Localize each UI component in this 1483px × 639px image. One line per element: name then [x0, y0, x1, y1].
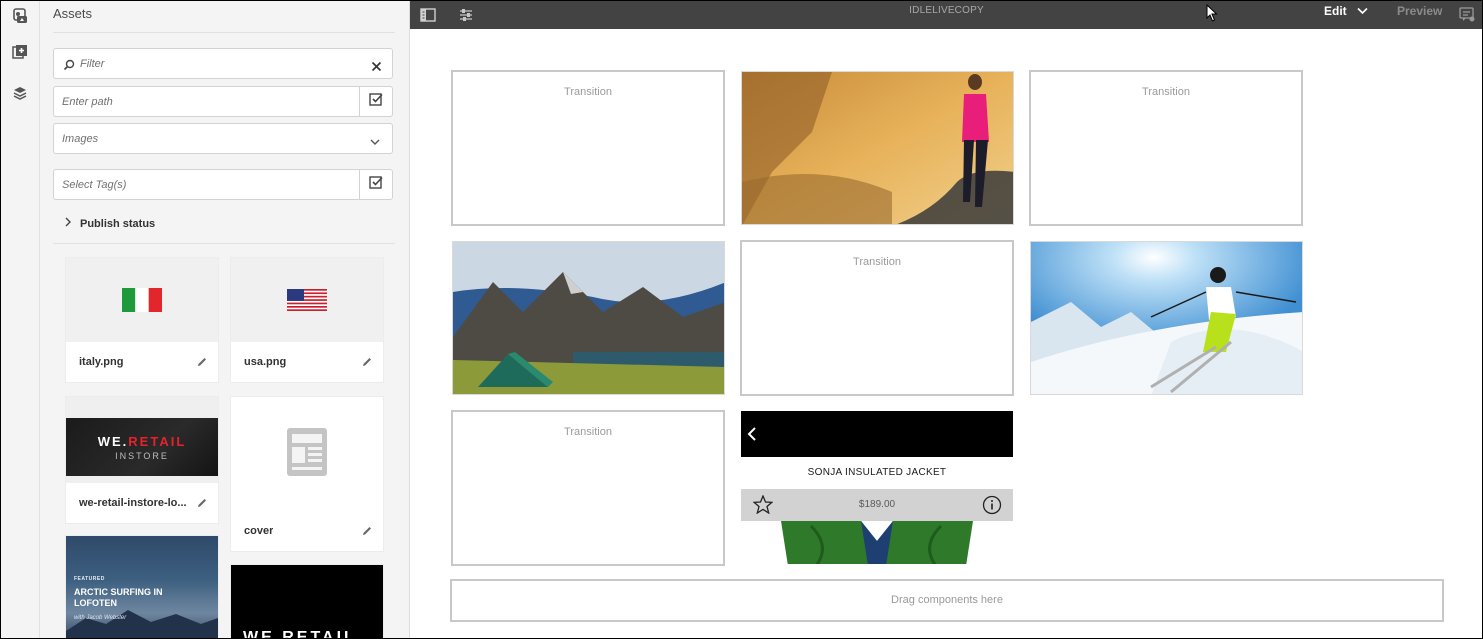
assets-panel: Assets Images	[40, 1, 410, 638]
publish-status-toggle[interactable]: Publish status	[64, 217, 155, 230]
mode-label: Edit	[1324, 4, 1347, 18]
assets-icon[interactable]	[7, 3, 33, 29]
italy-flag-icon	[122, 288, 162, 312]
checkbox-icon	[369, 92, 383, 111]
asset-thumbnail: WE.RETAIL	[231, 565, 383, 638]
transition-label: Transition	[564, 86, 612, 98]
jacket-image	[781, 521, 973, 564]
asset-name: cover	[244, 525, 274, 537]
asset-name: italy.png	[79, 356, 124, 368]
info-icon[interactable]	[982, 495, 1002, 520]
components-icon[interactable]	[7, 39, 33, 65]
runner-image	[742, 72, 1013, 224]
transition-component[interactable]: Transition	[740, 240, 1014, 396]
page-canvas: Transition Transition Transition Transit…	[410, 29, 1482, 638]
editor-toolbar: IDLELIVECOPY Edit Preview	[410, 1, 1482, 29]
product-price-bar: $189.00	[741, 489, 1013, 521]
filter-field[interactable]	[53, 48, 393, 79]
asset-thumbnail	[231, 258, 383, 342]
asset-card[interactable]: cover	[231, 397, 383, 551]
image-component-skier[interactable]	[1030, 241, 1303, 395]
mode-selector[interactable]: Edit	[1324, 4, 1368, 18]
content-tree-icon[interactable]	[7, 80, 33, 106]
filter-input[interactable]	[80, 57, 350, 71]
transition-component[interactable]: Transition	[451, 410, 725, 566]
chevron-down-icon	[1357, 4, 1368, 18]
side-rail	[1, 1, 40, 638]
chevron-right-icon	[64, 217, 72, 230]
tags-select-button[interactable]	[359, 170, 392, 199]
chevron-down-icon	[370, 134, 380, 152]
product-header-bar	[741, 411, 1013, 457]
back-arrow-icon[interactable]	[747, 427, 757, 446]
asset-thumbnail	[66, 258, 218, 342]
product-name: SONJA INSULATED JACKET	[807, 467, 947, 478]
path-input[interactable]	[62, 95, 352, 109]
asset-card[interactable]: WE.RETAIL	[231, 565, 383, 638]
transition-component[interactable]: Transition	[1029, 70, 1303, 226]
asset-card[interactable]: FEATURED ARCTIC SURFING IN LOFOTEN with …	[66, 536, 218, 638]
transition-label: Transition	[1142, 86, 1190, 98]
asset-thumbnail: FEATURED ARCTIC SURFING IN LOFOTEN with …	[66, 536, 218, 638]
pencil-icon[interactable]	[361, 524, 373, 542]
image-component-runner[interactable]	[741, 71, 1014, 225]
asset-name: we-retail-instore-lo...	[79, 497, 187, 509]
mouse-cursor-icon	[1206, 3, 1218, 27]
preview-button[interactable]: Preview	[1397, 4, 1442, 18]
document-icon	[286, 427, 328, 482]
asset-type-select[interactable]: Images	[53, 123, 393, 154]
transition-component[interactable]: Transition	[451, 70, 725, 226]
pencil-icon[interactable]	[361, 355, 373, 373]
transition-label: Transition	[564, 426, 612, 438]
asset-thumbnail: WE.RETAIL INSTORE	[66, 397, 218, 483]
path-field[interactable]	[53, 86, 393, 117]
skier-image	[1031, 242, 1302, 394]
annotations-icon[interactable]	[1455, 3, 1479, 27]
drop-zone[interactable]: Drag components here	[450, 579, 1444, 622]
we-retail-instore-logo: WE.RETAIL INSTORE	[66, 418, 218, 476]
asset-card[interactable]: usa.png	[231, 258, 383, 382]
path-select-button[interactable]	[359, 87, 392, 116]
image-component-camping[interactable]	[452, 241, 725, 395]
panel-title: Assets	[53, 6, 93, 21]
pencil-icon[interactable]	[196, 355, 208, 373]
asset-thumbnail	[231, 397, 383, 511]
divider	[53, 243, 395, 244]
drop-zone-label: Drag components here	[891, 594, 1003, 606]
camping-image	[453, 242, 724, 394]
tags-input[interactable]	[62, 178, 352, 192]
product-price: $189.00	[858, 499, 896, 510]
asset-name: usa.png	[244, 356, 287, 368]
pencil-icon[interactable]	[196, 496, 208, 514]
asset-type-value: Images	[62, 133, 99, 145]
usa-flag-icon	[287, 289, 327, 311]
clear-icon[interactable]	[371, 59, 382, 77]
search-icon	[63, 58, 75, 76]
transition-label: Transition	[853, 256, 901, 268]
publish-status-label: Publish status	[80, 217, 156, 230]
product-component[interactable]: SONJA INSULATED JACKET $189.00	[741, 411, 1013, 564]
divider	[53, 32, 395, 33]
tags-field[interactable]	[53, 169, 393, 200]
page-title: IDLELIVECOPY	[909, 5, 984, 16]
app-frame: Assets Images	[0, 0, 1483, 639]
checkbox-icon	[369, 175, 383, 194]
asset-card[interactable]: italy.png	[66, 258, 218, 382]
asset-card[interactable]: WE.RETAIL INSTORE we-retail-instore-lo..…	[66, 397, 218, 523]
